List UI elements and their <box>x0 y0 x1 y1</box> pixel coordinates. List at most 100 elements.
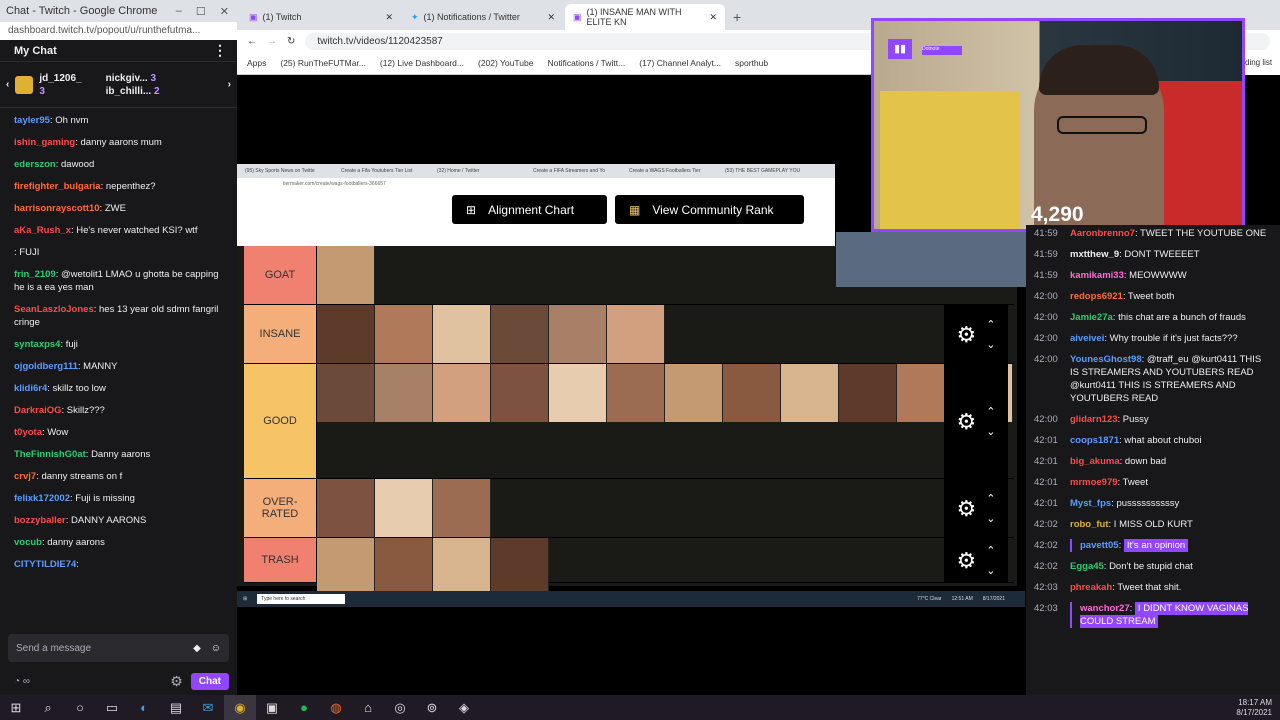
browser-tab[interactable]: ✦ (1) Notifications / Twitter ✕ <box>403 4 563 30</box>
tier-item-photo[interactable] <box>375 479 433 537</box>
chevron-up-icon[interactable]: ⌃ <box>986 489 995 509</box>
chat-username[interactable]: ojgoldberg111 <box>14 361 78 372</box>
disk-icon[interactable]: ◎ <box>384 695 416 720</box>
store-icon[interactable]: ▤ <box>160 695 192 720</box>
chat-username[interactable]: pavett05 <box>1080 540 1119 551</box>
chat-username[interactable]: mxtthew_9 <box>1070 249 1119 260</box>
bookmark-item[interactable]: (25) RunTheFUTMar... <box>280 58 366 68</box>
tier-item-photo[interactable] <box>549 305 607 363</box>
chat-username[interactable]: crvj7 <box>14 471 36 482</box>
chat-username[interactable]: coops1871 <box>1070 435 1119 446</box>
maximize-icon[interactable]: ☐ <box>196 5 206 18</box>
bookmark-item[interactable]: (202) YouTube <box>478 58 533 68</box>
tier-item-photo[interactable] <box>723 364 781 422</box>
tier-item-photo[interactable] <box>433 538 491 596</box>
chevron-down-icon[interactable]: ⌄ <box>986 561 995 581</box>
browser-tab-active[interactable]: ▣ (1) INSANE MAN WITH ELITE KN ✕ <box>565 4 725 30</box>
search-icon[interactable]: ⌕ <box>32 695 64 720</box>
chat-username[interactable]: TheFinnishG0at <box>14 449 86 460</box>
chat-username[interactable]: firefighter_bulgaria <box>14 181 101 192</box>
tier-settings-icon[interactable]: ⚙ <box>957 322 977 348</box>
chat-username[interactable]: aKa_Rush_x <box>14 225 71 236</box>
bits-icon[interactable]: ◆ <box>193 643 201 654</box>
tier-settings-icon[interactable]: ⚙ <box>957 548 977 574</box>
chat-username[interactable]: YounesGhost98 <box>1070 354 1142 365</box>
tier-item-photo[interactable] <box>433 364 491 422</box>
chat-username[interactable]: tayler95 <box>14 115 50 126</box>
start-icon[interactable]: ⊞ <box>0 695 32 720</box>
chat-username[interactable]: syntaxps4 <box>14 339 60 350</box>
task-view-icon[interactable]: ▭ <box>96 695 128 720</box>
bookmark-item[interactable]: (17) Channel Analyt... <box>639 58 721 68</box>
tier-item-photo[interactable] <box>491 305 549 363</box>
chat-username[interactable]: big_akuma <box>1070 456 1120 467</box>
tier-item-photo[interactable] <box>665 364 723 422</box>
tier-settings-icon[interactable]: ⚙ <box>957 409 977 435</box>
chat-username[interactable]: Aaronbrenno7 <box>1070 228 1135 239</box>
tier-item-photo[interactable] <box>317 246 375 304</box>
alignment-chart-button[interactable]: ⊞ Alignment Chart <box>452 195 607 224</box>
bookmark-item[interactable]: Notifications / Twitt... <box>547 58 625 68</box>
warzone-icon[interactable]: ▣ <box>256 695 288 720</box>
chat-username[interactable]: klidi6r4 <box>14 383 47 394</box>
close-icon[interactable]: ✕ <box>220 5 229 18</box>
controller-icon[interactable]: ⊚ <box>416 695 448 720</box>
settings-icon[interactable]: ⚙ <box>170 673 183 690</box>
browser-tab[interactable]: ▣ (1) Twitch ✕ <box>241 4 401 30</box>
close-tab-icon[interactable]: ✕ <box>385 12 393 23</box>
tier-item-photo[interactable] <box>375 305 433 363</box>
chat-username[interactable]: ishin_gaming <box>14 137 75 148</box>
cortana-icon[interactable]: ○ <box>64 695 96 720</box>
chat-username[interactable]: wanchor27 <box>1080 603 1130 614</box>
chat-username[interactable]: t0yota <box>14 427 42 438</box>
tier-item-photo[interactable] <box>317 479 375 537</box>
close-tab-icon[interactable]: ✕ <box>709 12 717 23</box>
chat-username[interactable]: felixk172002 <box>14 493 70 504</box>
chat-username[interactable]: frin_2109 <box>14 269 56 280</box>
more-options-icon[interactable]: ⋮ <box>213 42 227 59</box>
chat-username[interactable]: glidarn123 <box>1070 414 1118 425</box>
spotify-icon[interactable]: ● <box>288 695 320 720</box>
tier-item-photo[interactable] <box>433 479 491 537</box>
tier-label[interactable]: TRASH <box>244 538 317 582</box>
chat-username[interactable]: kamikami33 <box>1070 270 1124 281</box>
chrome-icon[interactable]: ◉ <box>224 695 256 720</box>
chat-username[interactable]: SeanLaszloJones <box>14 304 94 315</box>
chat-username[interactable]: ederszon <box>14 159 56 170</box>
chat-username[interactable]: CITYTILDIE74 <box>14 559 76 570</box>
tier-label[interactable]: GOAT <box>244 246 317 304</box>
chat-username[interactable]: mrmoe979 <box>1070 477 1118 488</box>
channel-points-icon[interactable]: ◔ <box>14 676 20 687</box>
obs-icon[interactable]: ⌂ <box>352 695 384 720</box>
tier-label[interactable]: INSANE <box>244 305 317 363</box>
bookmark-item[interactable]: (12) Live Dashboard... <box>380 58 464 68</box>
tier-item-photo[interactable] <box>607 364 665 422</box>
chat-send-button[interactable]: Chat <box>190 672 229 690</box>
bookmark-item[interactable]: Apps <box>247 58 266 68</box>
chat-username[interactable]: robo_fut <box>1070 519 1109 530</box>
chevron-down-icon[interactable]: ⌄ <box>986 422 995 442</box>
tier-item-photo[interactable] <box>549 364 607 422</box>
chat-username[interactable]: phreakah <box>1070 582 1112 593</box>
steam-icon[interactable]: ◈ <box>448 695 480 720</box>
chevron-up-icon[interactable]: ⌃ <box>986 541 995 561</box>
forward-icon[interactable]: → <box>267 36 277 47</box>
bookmark-item[interactable]: sporthub <box>735 58 768 68</box>
tier-item-photo[interactable] <box>317 364 375 422</box>
chat-message-input[interactable]: Send a message ◆ ☺ <box>8 634 229 662</box>
close-tab-icon[interactable]: ✕ <box>547 12 555 23</box>
chat-username[interactable]: Jamie27a <box>1070 312 1113 323</box>
tier-item-photo[interactable] <box>607 305 665 363</box>
tier-settings-icon[interactable]: ⚙ <box>957 496 977 522</box>
chat-username[interactable]: vocub <box>14 537 42 548</box>
reading-list-label[interactable]: ding list <box>1245 55 1280 75</box>
chevron-right-icon[interactable]: › <box>228 79 231 90</box>
mail-icon[interactable]: ✉ <box>192 695 224 720</box>
tier-item-photo[interactable] <box>781 364 839 422</box>
emote-icon[interactable]: ☺ <box>211 643 221 654</box>
chevron-left-icon[interactable]: ‹ <box>6 79 9 90</box>
tier-item-photo[interactable] <box>491 364 549 422</box>
new-tab-icon[interactable]: + <box>733 9 741 25</box>
tier-label[interactable]: GOOD <box>244 364 317 478</box>
tier-item-photo[interactable] <box>317 538 375 596</box>
